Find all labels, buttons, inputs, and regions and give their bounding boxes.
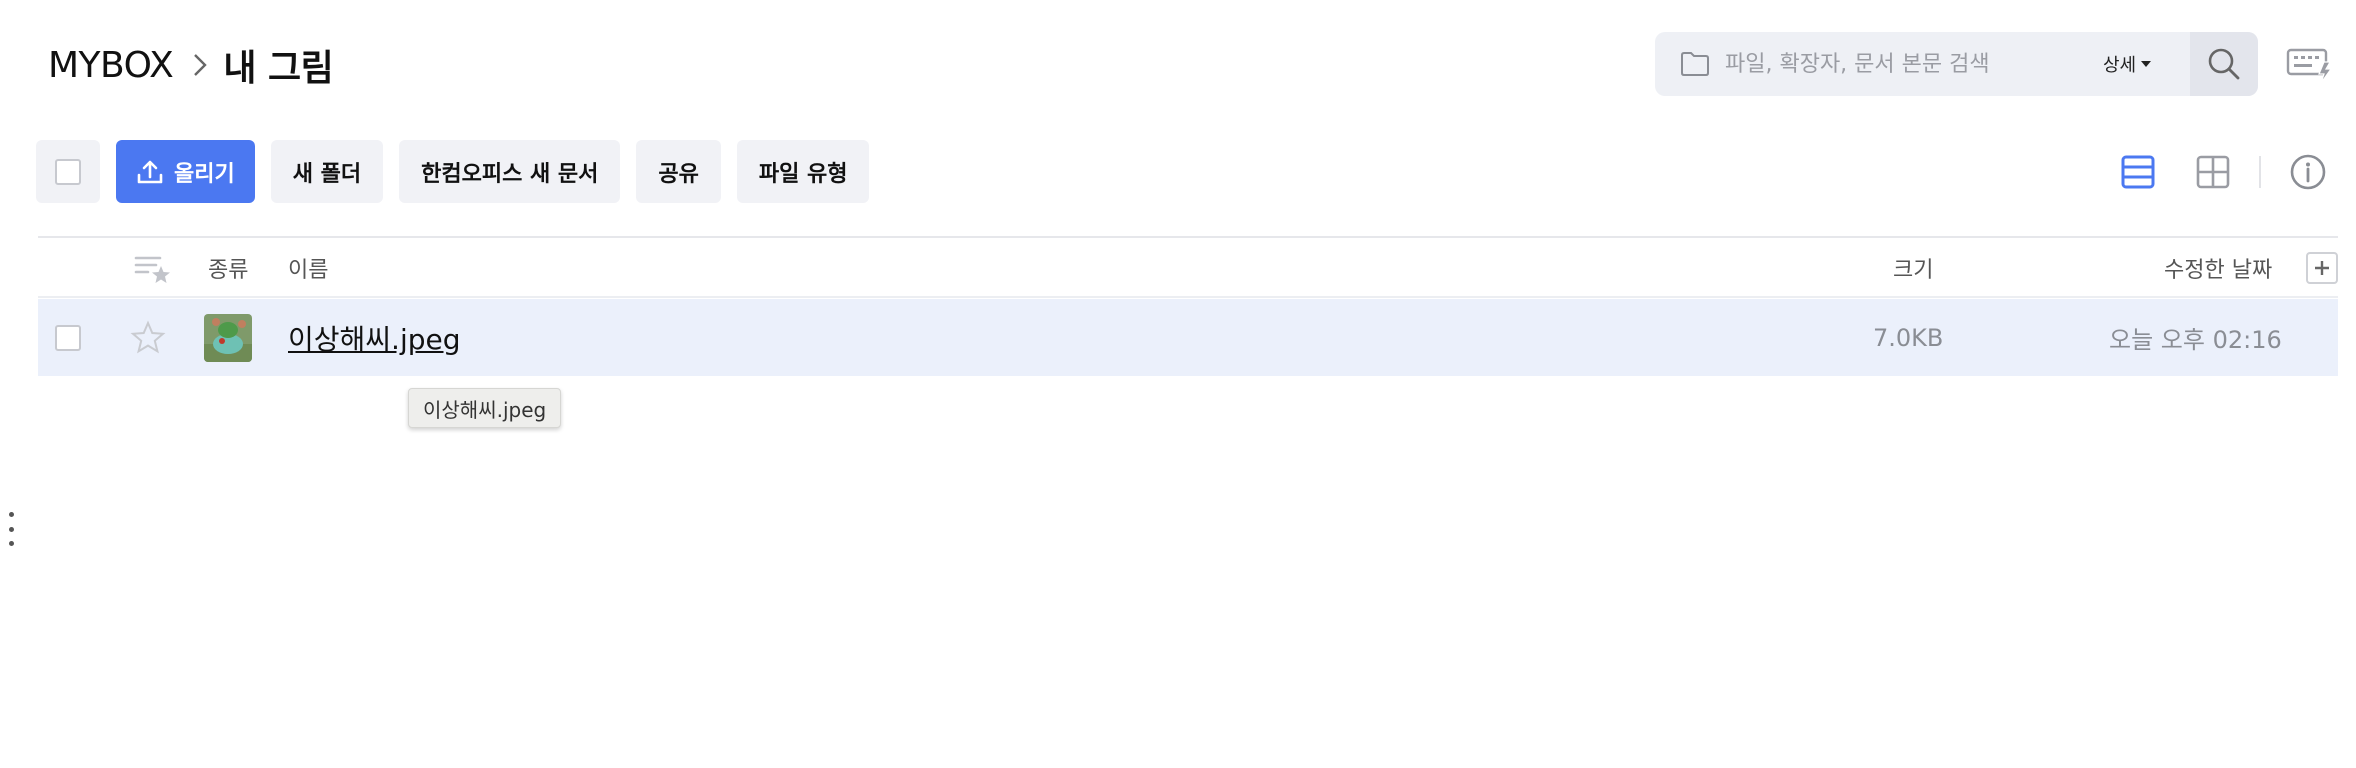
- view-divider: [2259, 156, 2261, 188]
- search-detail-label: 상세: [2103, 55, 2137, 76]
- breadcrumb-root[interactable]: MYBOX: [48, 45, 174, 86]
- checkbox-box: [55, 324, 81, 351]
- favorite-sort-icon[interactable]: [134, 252, 174, 284]
- keyboard-shortcut-icon[interactable]: [2286, 42, 2334, 86]
- column-header-type[interactable]: 종류: [208, 240, 248, 296]
- image-thumbnail-icon: [204, 313, 252, 362]
- folder-icon: [1679, 48, 1711, 80]
- search-button[interactable]: [2190, 32, 2258, 96]
- chevron-right-icon: [191, 52, 209, 78]
- checkbox-box: [55, 158, 81, 185]
- hancom-new-document-button[interactable]: 한컴오피스 새 문서: [399, 140, 621, 203]
- file-type-button[interactable]: 파일 유형: [736, 140, 870, 203]
- row-checkbox[interactable]: [55, 299, 81, 376]
- search-bar: 상세: [1655, 32, 2258, 96]
- caret-down-icon: [2141, 61, 2152, 67]
- new-folder-button[interactable]: 새 폴더: [270, 140, 384, 203]
- list-view-icon[interactable]: [2114, 148, 2162, 196]
- file-name-link[interactable]: 이상해씨.jpeg: [288, 299, 461, 376]
- add-column-button[interactable]: [2306, 252, 2338, 284]
- column-header-size[interactable]: 크기: [1893, 240, 1933, 296]
- page-title: 내 그림: [223, 48, 334, 89]
- file-size: 7.0KB: [1873, 323, 1944, 352]
- star-icon[interactable]: [130, 299, 166, 376]
- search-input[interactable]: [1725, 51, 2095, 77]
- file-name-tooltip: 이상해씨.jpeg: [408, 388, 562, 428]
- table-header: 종류 이름 크기 수정한 날짜: [38, 240, 2338, 298]
- column-header-name[interactable]: 이름: [288, 240, 328, 296]
- plus-icon: [2315, 261, 2329, 275]
- more-options-icon[interactable]: [6, 512, 16, 546]
- breadcrumb: MYBOX 내 그림: [48, 40, 334, 90]
- search-detail-dropdown[interactable]: 상세: [2103, 51, 2152, 77]
- share-button[interactable]: 공유: [636, 140, 721, 203]
- search-icon: [2208, 48, 2240, 80]
- file-modified-date: 오늘 오후 02:16: [2109, 326, 2282, 354]
- mybox-page: MYBOX 내 그림 상세 올리기 새 폴더 한컴오피스 새 문서 공유 파일 …: [0, 0, 2356, 768]
- info-icon[interactable]: [2284, 148, 2332, 196]
- upload-icon: [137, 160, 163, 183]
- table-divider: [38, 236, 2338, 238]
- select-all-checkbox[interactable]: [36, 140, 100, 203]
- table-row[interactable]: 이상해씨.jpeg 7.0KB 오늘 오후 02:16: [38, 299, 2338, 376]
- column-header-modified[interactable]: 수정한 날짜: [2164, 240, 2272, 296]
- upload-button[interactable]: 올리기: [116, 140, 255, 203]
- upload-button-label: 올리기: [174, 161, 235, 187]
- file-thumbnail: [204, 299, 252, 376]
- grid-view-icon[interactable]: [2189, 148, 2237, 196]
- toolbar: 올리기 새 폴더 한컴오피스 새 문서 공유 파일 유형: [36, 140, 870, 203]
